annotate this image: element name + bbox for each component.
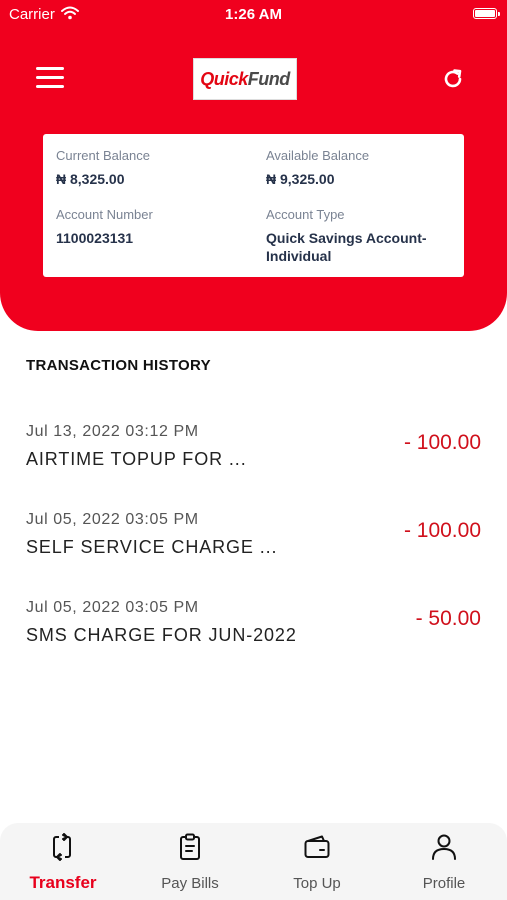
tab-pay-bills[interactable]: Pay Bills — [127, 823, 253, 900]
menu-icon[interactable] — [36, 67, 64, 89]
transaction-row[interactable]: Jul 05, 2022 03:05 PM SMS CHARGE FOR JUN… — [0, 599, 507, 669]
current-balance-label: Current Balance — [56, 148, 150, 163]
transaction-row[interactable]: Jul 13, 2022 03:12 PM AIRTIME TOPUP FOR … — [0, 423, 507, 493]
transaction-description: SMS CHARGE FOR JUN-2022 — [26, 625, 297, 645]
available-balance-value: ₦ 9,325.00 — [266, 171, 335, 187]
transaction-row[interactable]: Jul 05, 2022 03:05 PM SELF SERVICE CHARG… — [0, 511, 507, 581]
tab-profile[interactable]: Profile — [381, 823, 507, 900]
wallet-icon — [304, 833, 330, 861]
bottom-tab-bar: Transfer Pay Bills Top Up Profile — [0, 823, 507, 900]
user-icon — [431, 833, 457, 861]
tab-top-up-label: Top Up — [293, 875, 341, 892]
transaction-date: Jul 05, 2022 03:05 PM — [26, 511, 199, 528]
status-bar: Carrier 1:26 AM — [0, 0, 507, 30]
transaction-amount: - 50.00 — [415, 607, 481, 630]
transfer-icon — [50, 833, 76, 861]
available-balance-label: Available Balance — [266, 148, 370, 163]
tab-pay-bills-label: Pay Bills — [161, 875, 219, 892]
tab-transfer-label: Transfer — [29, 873, 97, 892]
transaction-amount: - 100.00 — [403, 431, 481, 454]
account-number-value: 1100023131 — [56, 230, 134, 246]
current-balance-value: ₦ 8,325.00 — [56, 171, 125, 187]
tab-top-up[interactable]: Top Up — [254, 823, 380, 900]
account-number-label: Account Number — [56, 207, 153, 222]
transaction-description: AIRTIME TOPUP FOR ... — [26, 449, 247, 469]
refresh-icon[interactable] — [441, 67, 465, 91]
status-time: 1:26 AM — [225, 6, 282, 23]
transaction-date: Jul 05, 2022 03:05 PM — [26, 599, 199, 616]
clipboard-icon — [177, 833, 203, 861]
available-balance: Available Balance ₦ 9,325.00 — [266, 148, 369, 188]
logo-text-fund: Fund — [247, 68, 290, 89]
transaction-description: SELF SERVICE CHARGE ... — [26, 537, 278, 557]
account-type: Account Type Quick Savings Account-Indiv… — [266, 207, 451, 265]
logo-text-quick: Quick — [200, 68, 248, 89]
transaction-date: Jul 13, 2022 03:12 PM — [26, 423, 199, 440]
account-type-value: Quick Savings Account-Individual — [266, 230, 427, 264]
account-number: Account Number 1100023131 — [56, 207, 153, 247]
transaction-history-title: TRANSACTION HISTORY — [26, 357, 211, 374]
battery-icon — [473, 8, 500, 19]
tab-profile-label: Profile — [422, 875, 466, 892]
quickfund-logo: QuickFund — [193, 58, 297, 100]
account-summary-card: Current Balance ₦ 8,325.00 Available Bal… — [43, 134, 464, 277]
account-type-label: Account Type — [266, 207, 345, 222]
current-balance: Current Balance ₦ 8,325.00 — [56, 148, 150, 188]
tab-transfer[interactable]: Transfer — [0, 823, 126, 900]
transaction-amount: - 100.00 — [403, 519, 481, 542]
